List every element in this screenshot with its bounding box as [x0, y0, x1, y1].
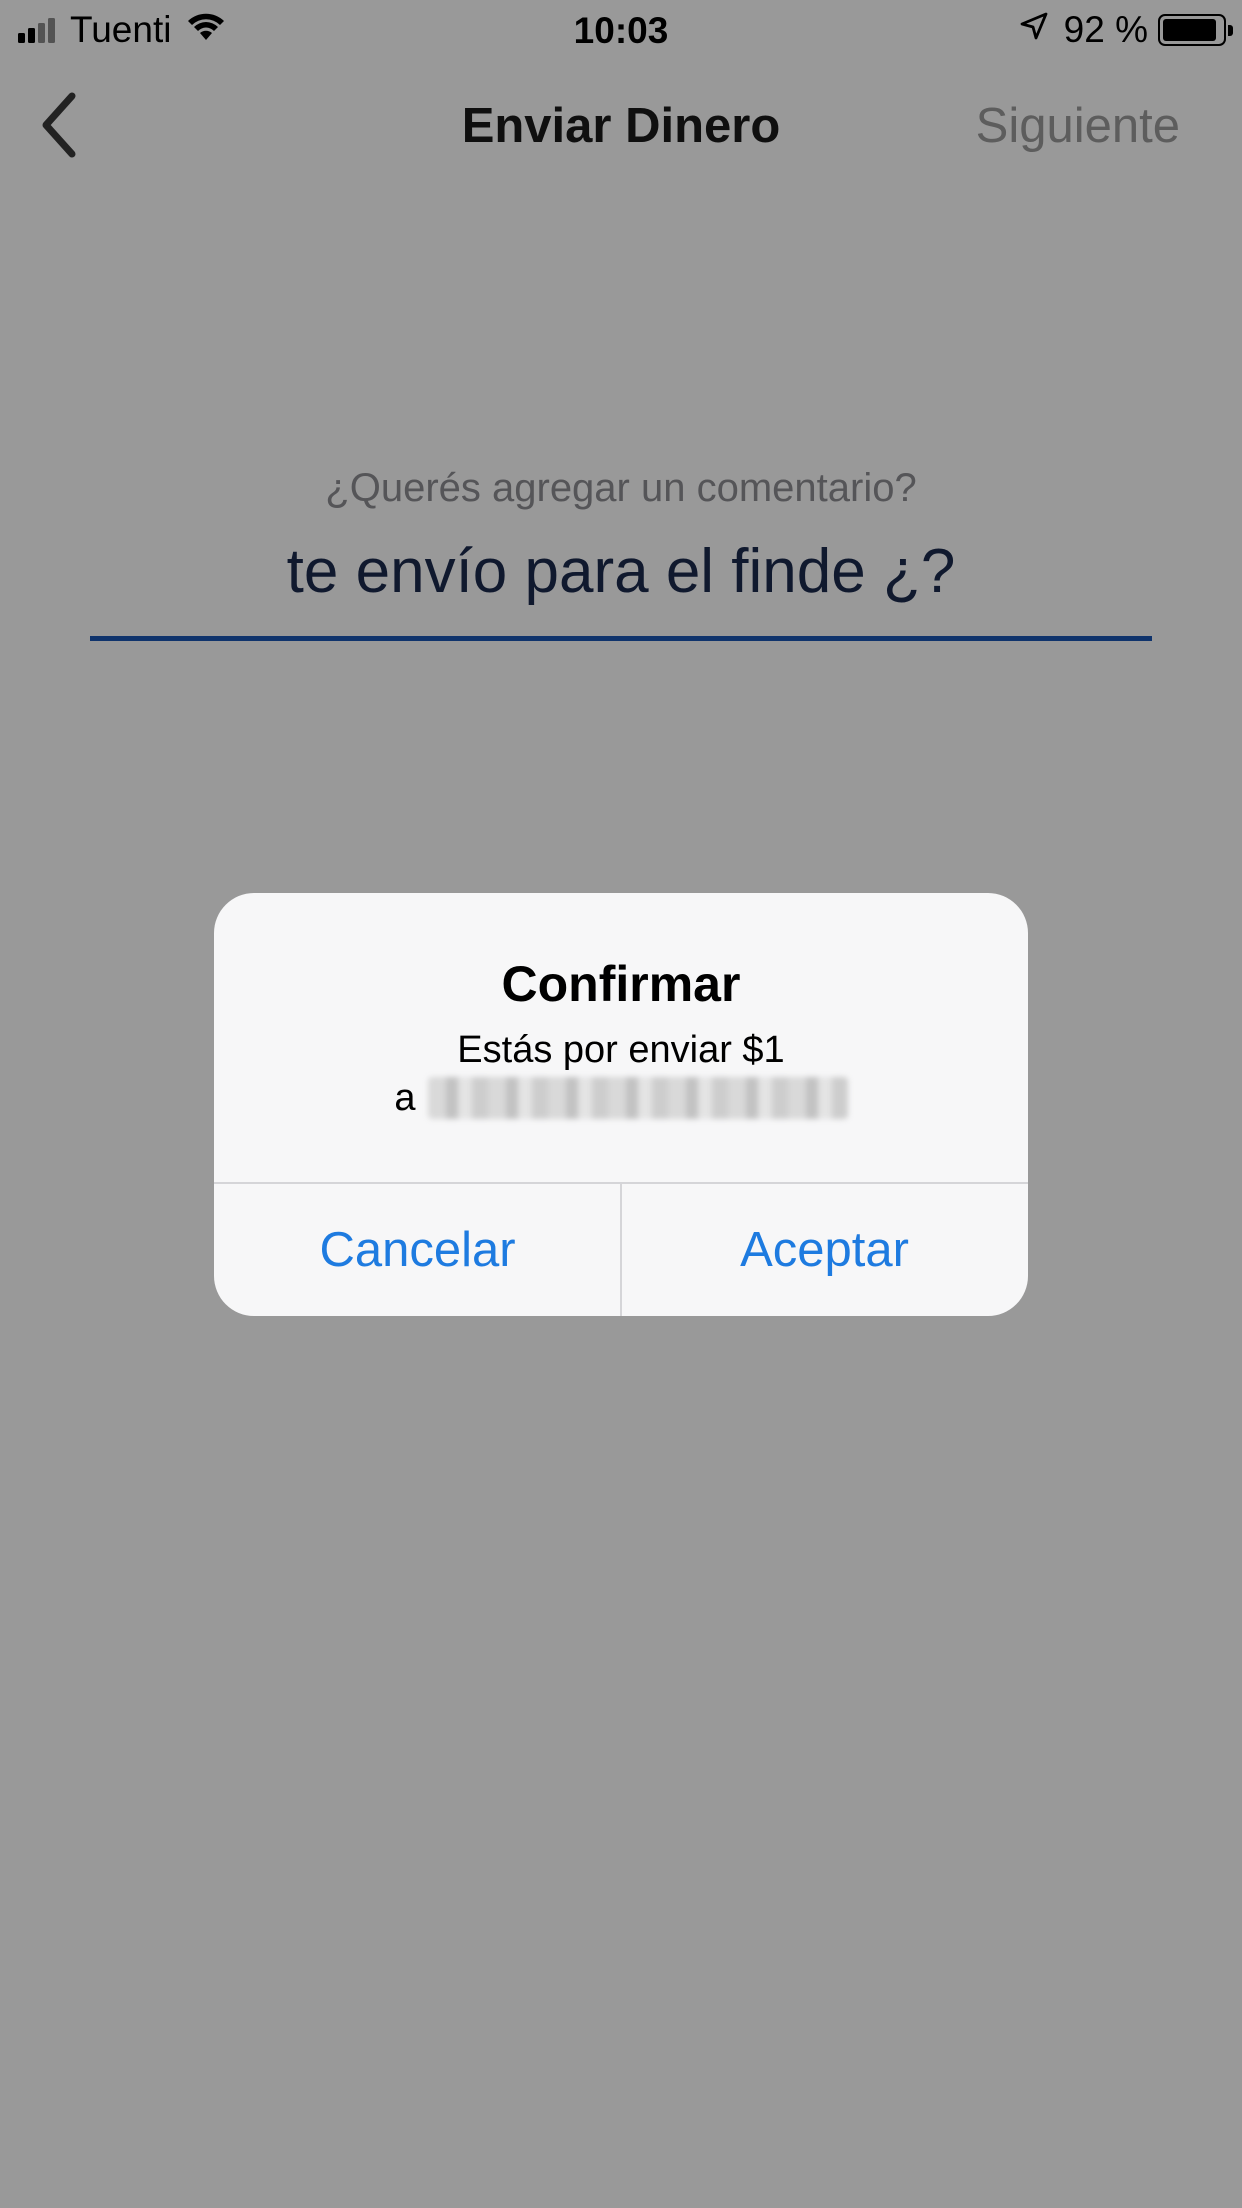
- accept-button[interactable]: Aceptar: [621, 1183, 1028, 1316]
- confirm-alert: Confirmar Estás por enviar $1 a Cancelar…: [214, 893, 1028, 1316]
- alert-amount-text: Estás por enviar $1: [457, 1029, 785, 1071]
- recipient-prefix: a: [394, 1077, 416, 1119]
- cancel-button[interactable]: Cancelar: [214, 1183, 621, 1316]
- send-money-screen: Tuenti 10:03 92 % Enviar Dinero Siguient…: [0, 0, 1242, 2208]
- alert-message: Estás por enviar $1 a: [214, 1026, 1028, 1122]
- alert-recipient-line: a: [214, 1074, 1028, 1122]
- alert-title: Confirmar: [501, 956, 741, 1012]
- redacted-recipient-name: [427, 1077, 848, 1119]
